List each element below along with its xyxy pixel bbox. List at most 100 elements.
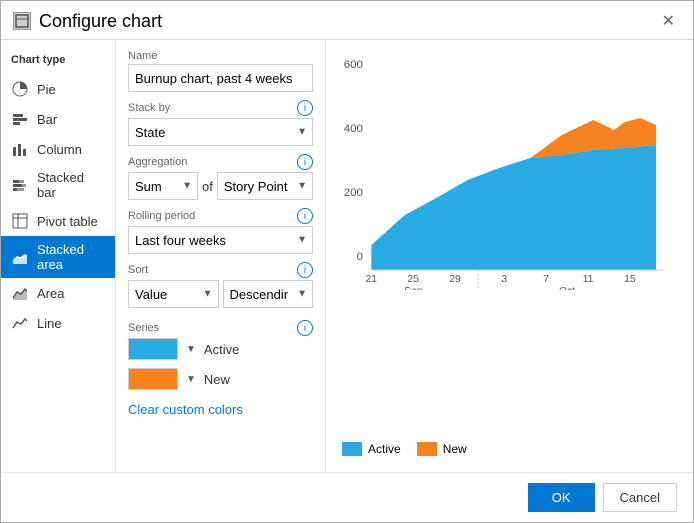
chart-area: 600 400 200 0 21 25 29 3 7 11 — [342, 50, 677, 436]
series-info-icon[interactable]: i — [297, 320, 313, 336]
series-new-label: New — [204, 372, 230, 387]
svg-text:21: 21 — [365, 274, 377, 285]
legend-new-label: New — [443, 442, 467, 456]
name-field-group: Name — [128, 50, 313, 92]
svg-text:11: 11 — [583, 274, 594, 285]
pivot-table-icon — [11, 212, 29, 230]
rolling-period-field-group: Rolling period i Last four weeks ▼ — [128, 208, 313, 254]
chart-type-column[interactable]: Column — [1, 134, 115, 164]
svg-text:600: 600 — [344, 59, 363, 71]
dialog-title: Configure chart — [39, 11, 162, 32]
configure-chart-dialog: Configure chart ✕ Chart type Pie — [0, 0, 694, 523]
chart-type-area-label: Area — [37, 286, 64, 301]
svg-text:3: 3 — [501, 274, 507, 285]
legend-active-color — [342, 442, 362, 456]
legend-area: Active New — [342, 436, 677, 462]
close-button[interactable]: ✕ — [656, 9, 681, 33]
legend-item-new: New — [417, 442, 467, 456]
chart-type-line-label: Line — [37, 316, 62, 331]
pie-icon — [11, 80, 29, 98]
stacked-area-icon — [11, 248, 29, 266]
series-active-label: Active — [204, 342, 239, 357]
chart-type-section-label: Chart type — [1, 50, 115, 74]
legend-active-label: Active — [368, 442, 401, 456]
stack-by-select-wrapper: State ▼ — [128, 118, 313, 146]
legend-item-active: Active — [342, 442, 401, 456]
stack-by-field-group: Stack by i State ▼ — [128, 100, 313, 146]
dialog-icon — [13, 12, 31, 30]
stack-by-select[interactable]: State — [128, 118, 313, 146]
series-item-active: ▼ Active — [128, 338, 313, 360]
column-icon — [11, 140, 29, 158]
aggregation-label: Aggregation i — [128, 154, 313, 170]
chart-type-stacked-bar-label: Stacked bar — [37, 170, 105, 200]
bar-icon — [11, 110, 29, 128]
sort-row: Value ▼ Descending ▼ — [128, 280, 313, 308]
legend-new-color — [417, 442, 437, 456]
aggregation-func-wrapper: Sum ▼ — [128, 172, 198, 200]
aggregation-func-select[interactable]: Sum — [128, 172, 198, 200]
sort-info-icon[interactable]: i — [297, 262, 313, 278]
chart-type-pie[interactable]: Pie — [1, 74, 115, 104]
name-input[interactable] — [128, 64, 313, 92]
chart-type-bar[interactable]: Bar — [1, 104, 115, 134]
clear-custom-colors-link[interactable]: Clear custom colors — [128, 402, 243, 417]
chart-type-pivot-label: Pivot table — [37, 214, 98, 229]
series-section: Series i ▼ Active ▼ New Clear custom col… — [128, 320, 313, 417]
dialog-footer: OK Cancel — [1, 472, 693, 522]
aggregation-field-select[interactable]: Story Points — [217, 172, 313, 200]
chart-type-pivot-table[interactable]: Pivot table — [1, 206, 115, 236]
aggregation-field-wrapper: Story Points ▼ — [217, 172, 313, 200]
aggregation-info-icon[interactable]: i — [297, 154, 313, 170]
chart-type-list: Chart type Pie B — [1, 40, 116, 472]
sort-by-select[interactable]: Value — [128, 280, 219, 308]
svg-text:15: 15 — [624, 274, 636, 285]
chart-active-area — [371, 145, 656, 270]
svg-text:Sep: Sep — [404, 286, 423, 290]
line-icon — [11, 314, 29, 332]
sort-by-wrapper: Value ▼ — [128, 280, 219, 308]
area-icon — [11, 284, 29, 302]
series-active-color[interactable] — [128, 338, 178, 360]
sort-label: Sort i — [128, 262, 313, 278]
stacked-bar-icon — [11, 176, 29, 194]
cancel-button[interactable]: Cancel — [603, 483, 677, 512]
series-new-chevron-icon[interactable]: ▼ — [186, 374, 196, 385]
preview-panel: 600 400 200 0 21 25 29 3 7 11 — [326, 40, 693, 472]
svg-text:200: 200 — [344, 187, 363, 199]
name-label: Name — [128, 50, 313, 62]
ok-button[interactable]: OK — [528, 483, 595, 512]
svg-text:7: 7 — [543, 274, 549, 285]
rolling-period-select[interactable]: Last four weeks — [128, 226, 313, 254]
sort-field-group: Sort i Value ▼ Descending ▼ — [128, 262, 313, 308]
chart-type-pie-label: Pie — [37, 82, 56, 97]
chart-svg: 600 400 200 0 21 25 29 3 7 11 — [342, 50, 677, 290]
rolling-period-select-wrapper: Last four weeks ▼ — [128, 226, 313, 254]
stack-by-info-icon[interactable]: i — [297, 100, 313, 116]
chart-type-bar-label: Bar — [37, 112, 57, 127]
svg-text:400: 400 — [344, 123, 363, 135]
series-new-color[interactable] — [128, 368, 178, 390]
series-label: Series i — [128, 320, 313, 336]
chart-type-stacked-bar[interactable]: Stacked bar — [1, 164, 115, 206]
sort-dir-wrapper: Descending ▼ — [223, 280, 314, 308]
dialog-body: Chart type Pie B — [1, 40, 693, 472]
chart-type-stacked-area[interactable]: Stacked area — [1, 236, 115, 278]
svg-text:0: 0 — [357, 251, 363, 263]
chart-type-line[interactable]: Line — [1, 308, 115, 338]
of-label: of — [202, 179, 213, 194]
svg-text:29: 29 — [449, 274, 461, 285]
series-active-chevron-icon[interactable]: ▼ — [186, 344, 196, 355]
chart-type-area[interactable]: Area — [1, 278, 115, 308]
chart-type-column-label: Column — [37, 142, 82, 157]
aggregation-field-group: Aggregation i Sum ▼ of Story Points — [128, 154, 313, 200]
aggregation-row: Sum ▼ of Story Points ▼ — [128, 172, 313, 200]
rolling-info-icon[interactable]: i — [297, 208, 313, 224]
sort-dir-select[interactable]: Descending — [223, 280, 314, 308]
chart-type-stacked-area-label: Stacked area — [37, 242, 105, 272]
config-panel: Name Stack by i State ▼ — [116, 40, 326, 472]
stack-by-label: Stack by i — [128, 100, 313, 116]
title-bar-left: Configure chart — [13, 11, 162, 32]
svg-text:Oct: Oct — [559, 286, 575, 290]
svg-text:25: 25 — [407, 274, 419, 285]
